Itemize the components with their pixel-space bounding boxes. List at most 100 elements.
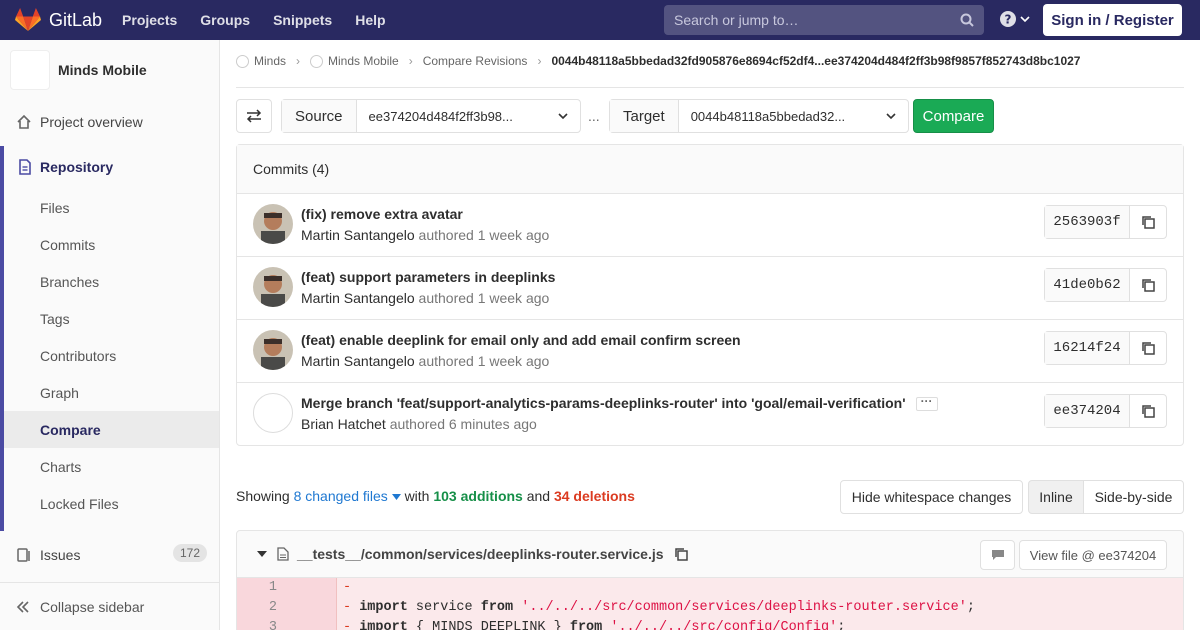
collapse-sidebar-button[interactable]: Collapse sidebar	[0, 582, 219, 630]
line-number-new	[287, 598, 337, 618]
svg-text:?: ?	[1005, 13, 1012, 27]
sidebar-sub-locked-files[interactable]: Locked Files	[40, 496, 119, 512]
author-avatar[interactable]	[253, 393, 293, 433]
copy-icon	[1142, 342, 1155, 355]
sidebar-sub-commits[interactable]: Commits	[40, 237, 95, 253]
commits-header: Commits (4)	[237, 145, 1183, 194]
commit-time: authored 6 minutes ago	[389, 416, 537, 432]
nav-help[interactable]: Help	[355, 12, 385, 28]
diff-stats: Showing 8 changed files with 103 additio…	[236, 488, 635, 504]
source-selector[interactable]: Source ee374204d484f2ff3b98...	[281, 99, 581, 133]
commit-sha-group: 16214f24	[1044, 331, 1167, 365]
gitlab-logo[interactable]: GitLab	[15, 8, 102, 32]
additions-count: 103 additions	[433, 488, 523, 504]
copy-sha-button[interactable]	[1130, 332, 1166, 364]
brand-name: GitLab	[49, 9, 103, 30]
help-dropdown[interactable]: ?	[1000, 11, 1030, 27]
sidebar-item-label: Repository	[40, 159, 114, 175]
target-dropdown[interactable]: 0044b48118a5bbedad32...	[679, 100, 908, 132]
line-number[interactable]: 3	[237, 618, 287, 630]
changed-files-dropdown[interactable]: 8 changed files	[294, 488, 401, 504]
sidebar-sub-branches[interactable]: Branches	[40, 274, 99, 290]
breadcrumb-minds-mobile[interactable]: Minds Mobile	[328, 54, 399, 68]
code-keyword: from	[480, 600, 514, 615]
commit-title[interactable]: Merge branch 'feat/support-analytics-par…	[301, 395, 906, 411]
diff-line: 1 -	[237, 578, 1183, 598]
breadcrumb-current[interactable]: 0044b48118a5bbedad32fd905876e8694cf52df4…	[551, 54, 1080, 68]
sidebar-sub-contributors[interactable]: Contributors	[40, 348, 116, 364]
sidebar-item-overview[interactable]: Project overview	[0, 112, 219, 132]
inline-view-button[interactable]: Inline	[1028, 480, 1084, 514]
home-icon	[17, 114, 31, 129]
issues-icon	[17, 548, 30, 562]
commit-time: authored 1 week ago	[418, 353, 550, 369]
comment-toggle-button[interactable]	[980, 540, 1015, 570]
sidebar-item-repository[interactable]: Repository	[0, 157, 219, 177]
search-icon	[960, 13, 974, 27]
caret-down-icon[interactable]	[257, 550, 267, 558]
commit-sha[interactable]: 2563903f	[1045, 206, 1130, 238]
file-path[interactable]: __tests__/common/services/deeplinks-rout…	[297, 546, 664, 562]
side-by-side-button[interactable]: Side-by-side	[1083, 480, 1184, 514]
code-string: '../../../src/common/services/deeplinks-…	[513, 600, 967, 615]
nav-projects[interactable]: Projects	[122, 12, 177, 28]
author-avatar[interactable]	[253, 204, 293, 244]
nav-groups[interactable]: Groups	[200, 12, 250, 28]
commit-sha[interactable]: ee374204	[1045, 395, 1130, 427]
diff-content: 1 - 2 - import service from '../../../sr…	[236, 578, 1184, 630]
author-avatar[interactable]	[253, 330, 293, 370]
swap-revisions-button[interactable]	[236, 99, 272, 133]
hide-whitespace-button[interactable]: Hide whitespace changes	[840, 480, 1023, 514]
sidebar-item-label: Issues	[40, 547, 81, 563]
sidebar-sub-tags[interactable]: Tags	[40, 311, 70, 327]
compare-button[interactable]: Compare	[913, 99, 994, 133]
commit-title[interactable]: (feat) support parameters in deeplinks	[301, 269, 555, 285]
commit-author[interactable]: Martin Santangelo	[301, 353, 415, 369]
commit-author[interactable]: Brian Hatchet	[301, 416, 386, 432]
line-number-new	[287, 618, 337, 630]
target-selector[interactable]: Target 0044b48118a5bbedad32...	[609, 99, 909, 133]
commit-author[interactable]: Martin Santangelo	[301, 227, 415, 243]
source-label: Source	[282, 100, 357, 132]
chevron-right-icon: ›	[537, 54, 542, 68]
sidebar: Minds Mobile Project overview Repository…	[0, 40, 220, 630]
caret-down-icon	[391, 494, 401, 500]
sidebar-sub-compare[interactable]: Compare	[40, 422, 101, 438]
sidebar-sub-graph[interactable]: Graph	[40, 385, 79, 401]
view-file-button[interactable]: View file @ ee374204	[1019, 540, 1167, 570]
author-avatar[interactable]	[253, 267, 293, 307]
sidebar-project[interactable]: Minds Mobile	[0, 40, 219, 100]
commit-title[interactable]: (feat) enable deeplink for email only an…	[301, 332, 741, 348]
breadcrumb-compare-revisions[interactable]: Compare Revisions	[423, 54, 528, 68]
search-input[interactable]: Search or jump to…	[664, 5, 984, 35]
chevron-down-icon	[558, 113, 568, 120]
chevron-right-icon: ›	[296, 54, 301, 68]
diff-line: 2 - import service from '../../../src/co…	[237, 598, 1183, 618]
commit-sha[interactable]: 41de0b62	[1045, 269, 1130, 301]
expand-message-button[interactable]: ···	[915, 395, 938, 412]
source-dropdown[interactable]: ee374204d484f2ff3b98...	[357, 100, 580, 132]
copy-sha-button[interactable]	[1130, 269, 1166, 301]
code-text: service	[407, 600, 481, 615]
breadcrumb-minds[interactable]: Minds	[254, 54, 286, 68]
commits-panel: Commits (4) (fix) remove extra avatar Ma…	[236, 144, 1184, 446]
copy-sha-button[interactable]	[1130, 395, 1166, 427]
sidebar-sub-files[interactable]: Files	[40, 200, 70, 216]
commit-author[interactable]: Martin Santangelo	[301, 290, 415, 306]
swap-icon	[246, 109, 262, 123]
copy-sha-button[interactable]	[1130, 206, 1166, 238]
nav-snippets[interactable]: Snippets	[273, 12, 332, 28]
commit-sha[interactable]: 16214f24	[1045, 332, 1130, 364]
chevron-down-icon	[886, 113, 896, 120]
signin-button[interactable]: Sign in / Register	[1043, 4, 1182, 36]
stats-with: with	[404, 488, 430, 504]
sidebar-sub-charts[interactable]: Charts	[40, 459, 81, 475]
copy-icon[interactable]	[674, 547, 688, 561]
commit-row: Merge branch 'feat/support-analytics-par…	[237, 383, 1183, 446]
changed-files-label: 8 changed files	[293, 488, 388, 504]
commit-title[interactable]: (fix) remove extra avatar	[301, 206, 463, 222]
line-number[interactable]: 1	[237, 578, 287, 598]
line-number[interactable]: 2	[237, 598, 287, 618]
line-number-new	[287, 578, 337, 598]
sidebar-repository-section	[0, 146, 219, 531]
